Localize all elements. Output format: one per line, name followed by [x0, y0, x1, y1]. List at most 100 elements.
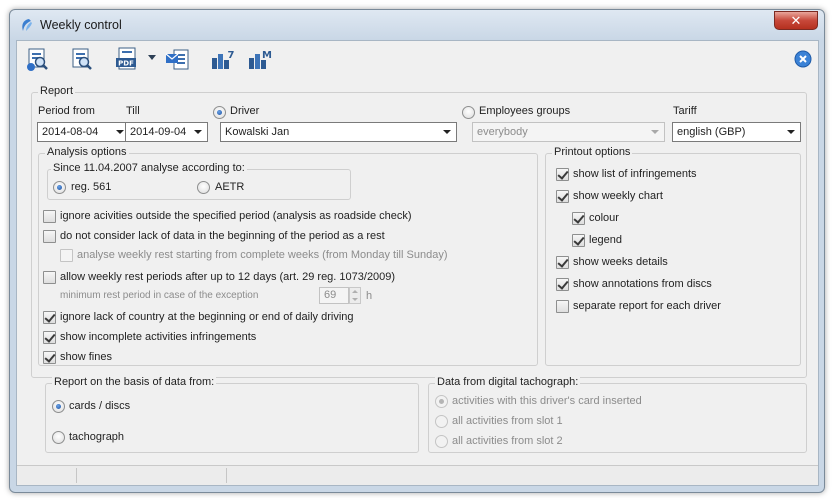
- allow-weekly-checkbox[interactable]: [43, 271, 56, 284]
- pdf-text: PDF: [118, 60, 134, 68]
- annotations-checkbox[interactable]: [556, 278, 569, 291]
- report-legend: Report: [38, 85, 76, 97]
- since-group: Since 11.04.2007 analyse according to: r…: [47, 162, 351, 200]
- window-close-button[interactable]: ✕: [774, 11, 818, 30]
- report-basis-legend: Report on the basis of data from:: [52, 376, 217, 388]
- analysis-options-group: Analysis options Since 11.04.2007 analys…: [38, 146, 538, 366]
- with-card-label: activities with this driver's card inser…: [452, 395, 642, 407]
- driver-radio[interactable]: [213, 106, 226, 119]
- analysis-options-legend: Analysis options: [45, 146, 129, 158]
- close-report-icon[interactable]: [794, 50, 812, 68]
- reg-561-label: reg. 561: [71, 181, 112, 193]
- legend-label: legend: [589, 234, 623, 246]
- weekly-complete-label: analyse weekly rest starting from comple…: [77, 249, 448, 261]
- slot-2-radio[interactable]: [435, 435, 448, 448]
- pdf-icon[interactable]: PDF: [114, 46, 140, 72]
- chevron-down-icon: [116, 130, 124, 134]
- aetr-radio[interactable]: [197, 181, 210, 194]
- colour-label: colour: [589, 212, 619, 224]
- weekly-control-window: Weekly control ✕ PDF 7 M Report Period f…: [9, 9, 825, 493]
- chevron-down-icon: [787, 130, 795, 134]
- with-card-radio[interactable]: [435, 395, 448, 408]
- annotations-label: show annotations from discs: [573, 278, 712, 290]
- driver-combo[interactable]: Kowalski Jan: [220, 122, 457, 142]
- min-rest-input[interactable]: 69: [319, 287, 349, 304]
- printout-options-group: Printout options show list of infringeme…: [545, 146, 801, 366]
- employees-groups-combo[interactable]: everybody: [472, 122, 665, 142]
- ignore-country-label: ignore lack of country at the beginning …: [60, 311, 354, 323]
- min-rest-label: minimum rest period in case of the excep…: [60, 290, 259, 301]
- client-area: PDF 7 M Report Period from 2014-08-04 Ti…: [16, 40, 819, 486]
- show-fines-checkbox[interactable]: [43, 351, 56, 364]
- since-legend: Since 11.04.2007 analyse according to:: [51, 162, 247, 174]
- no-lack-checkbox[interactable]: [43, 230, 56, 243]
- chevron-down-icon: [443, 130, 451, 134]
- weekly-chart-label: show weekly chart: [573, 190, 663, 202]
- allow-weekly-label: allow weekly rest periods after up to 12…: [60, 271, 396, 283]
- cards-discs-radio[interactable]: [52, 400, 65, 413]
- slot-2-label: all activities from slot 2: [452, 435, 563, 447]
- digital-tachograph-legend: Data from digital tachograph:: [435, 376, 581, 388]
- pdf-dropdown-icon[interactable]: [147, 52, 157, 62]
- report-basis-group: Report on the basis of data from: cards …: [45, 376, 419, 453]
- digital-tachograph-group: Data from digital tachograph: activities…: [428, 376, 807, 453]
- min-rest-unit: h: [366, 290, 373, 302]
- app-logo-icon: [22, 19, 32, 31]
- driver-label: Driver: [230, 105, 260, 117]
- status-cell: [77, 468, 227, 483]
- tariff-label: Tariff: [673, 105, 697, 117]
- separate-report-label: separate report for each driver: [573, 300, 721, 312]
- period-from-combo[interactable]: 2014-08-04: [37, 122, 130, 142]
- cards-discs-label: cards / discs: [69, 400, 131, 412]
- print-preview-icon[interactable]: [69, 46, 95, 72]
- chart-m-icon[interactable]: M: [247, 46, 273, 72]
- show-fines-label: show fines: [60, 351, 112, 363]
- driver-value: Kowalski Jan: [225, 126, 290, 138]
- list-infringements-label: show list of infringements: [573, 168, 697, 180]
- status-bar: [17, 465, 818, 485]
- weeks-details-checkbox[interactable]: [556, 256, 569, 269]
- slot-1-radio[interactable]: [435, 415, 448, 428]
- no-lack-label: do not consider lack of data in the begi…: [60, 230, 385, 242]
- period-from-label: Period from: [38, 105, 95, 117]
- tachograph-label: tachograph: [69, 431, 125, 443]
- reg-561-radio[interactable]: [53, 181, 66, 194]
- chevron-down-icon: [194, 130, 202, 134]
- colour-checkbox[interactable]: [572, 212, 585, 225]
- chart-7-icon[interactable]: 7: [210, 46, 236, 72]
- till-combo[interactable]: 2014-09-04: [125, 122, 208, 142]
- tariff-value: english (GBP): [677, 126, 746, 138]
- employees-groups-value: everybody: [477, 126, 528, 138]
- legend-checkbox[interactable]: [572, 234, 585, 247]
- ignore-country-checkbox[interactable]: [43, 311, 56, 324]
- email-icon[interactable]: [165, 46, 191, 72]
- till-label: Till: [126, 105, 140, 117]
- incomplete-activities-checkbox[interactable]: [43, 331, 56, 344]
- aetr-label: AETR: [215, 181, 245, 193]
- chart-7-text: 7: [228, 50, 235, 61]
- min-rest-spinner[interactable]: [349, 287, 361, 304]
- toolbar: PDF 7 M: [17, 41, 818, 77]
- chart-m-text: M: [262, 50, 272, 61]
- period-from-value: 2014-08-04: [42, 126, 99, 138]
- employees-groups-label: Employees groups: [479, 105, 571, 117]
- tariff-combo[interactable]: english (GBP): [672, 122, 801, 142]
- preview-icon[interactable]: [25, 46, 51, 72]
- separate-report-checkbox[interactable]: [556, 300, 569, 313]
- ignore-outside-label: ignore acivities outside the specified p…: [60, 210, 412, 222]
- list-infringements-checkbox[interactable]: [556, 168, 569, 181]
- title-bar: Weekly control ✕: [10, 10, 824, 40]
- slot-1-label: all activities from slot 1: [452, 415, 563, 427]
- tachograph-radio[interactable]: [52, 431, 65, 444]
- window-title: Weekly control: [40, 18, 122, 32]
- weekly-chart-checkbox[interactable]: [556, 190, 569, 203]
- weekly-complete-checkbox[interactable]: [60, 249, 73, 262]
- till-value: 2014-09-04: [130, 126, 187, 138]
- incomplete-activities-label: show incomplete activities infringements: [60, 331, 257, 343]
- ignore-outside-checkbox[interactable]: [43, 210, 56, 223]
- employees-groups-radio[interactable]: [462, 106, 475, 119]
- weeks-details-label: show weeks details: [573, 256, 668, 268]
- printout-options-legend: Printout options: [552, 146, 633, 158]
- chevron-down-icon: [651, 130, 659, 134]
- report-group: Report Period from 2014-08-04 Till 2014-…: [31, 85, 807, 378]
